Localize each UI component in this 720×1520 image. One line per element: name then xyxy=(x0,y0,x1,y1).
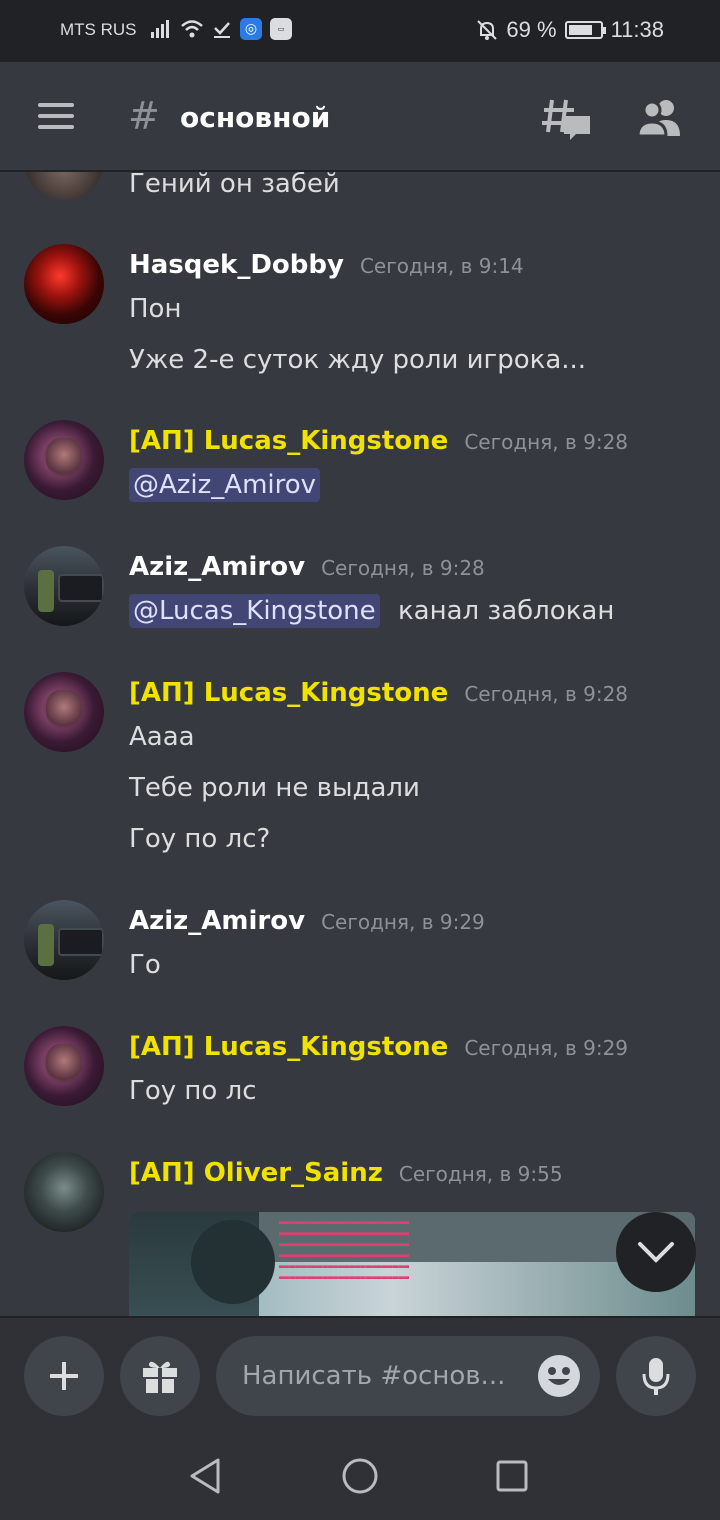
message-text: Гений он забей xyxy=(129,172,340,199)
message-header: [АП] Lucas_Kingstone Сегодня, в 9:29 xyxy=(129,1032,628,1062)
home-icon[interactable] xyxy=(338,1454,382,1498)
threads-icon[interactable] xyxy=(542,96,592,142)
timestamp: Сегодня, в 9:29 xyxy=(464,1036,629,1060)
message-list[interactable]: Гений он забей Hasqek_Dobby Сегодня, в 9… xyxy=(0,172,720,1316)
message-input-placeholder: Написать #основ... xyxy=(242,1361,506,1391)
avatar[interactable] xyxy=(24,672,104,752)
message-header: Aziz_Amirov Сегодня, в 9:29 xyxy=(129,906,485,936)
channel-title[interactable]: основной xyxy=(180,101,330,134)
voice-message-button[interactable] xyxy=(616,1336,696,1416)
signal-icon xyxy=(151,20,169,38)
author-name[interactable]: [АП] Lucas_Kingstone xyxy=(129,426,448,456)
attachment-chatlog: ▬▬▬▬▬▬▬▬▬▬▬▬▬▬▬▬▬▬▬▬▬▬▬▬ ▬▬▬▬▬▬▬▬▬▬▬▬▬▬▬▬… xyxy=(279,1218,410,1283)
clock: 11:38 xyxy=(610,17,664,42)
channel-header: # основной xyxy=(0,62,720,172)
user-mention[interactable]: @Aziz_Amirov xyxy=(129,468,321,502)
avatar[interactable] xyxy=(24,546,104,626)
avatar[interactable] xyxy=(24,1152,104,1232)
avatar[interactable] xyxy=(24,1026,104,1106)
image-attachment[interactable]: ▬▬▬▬▬▬▬▬▬▬▬▬▬▬▬▬▬▬▬▬▬▬▬▬ ▬▬▬▬▬▬▬▬▬▬▬▬▬▬▬▬… xyxy=(129,1212,695,1316)
avatar[interactable] xyxy=(24,420,104,500)
author-name[interactable]: [АП] Lucas_Kingstone xyxy=(129,1032,448,1062)
chevron-down-icon xyxy=(638,1242,674,1263)
message-text: @Aziz_Amirov xyxy=(129,468,321,502)
timestamp: Сегодня, в 9:28 xyxy=(321,556,485,580)
timestamp: Сегодня, в 9:28 xyxy=(464,430,629,454)
attachment-minimap xyxy=(191,1220,275,1304)
user-mention[interactable]: @Lucas_Kingstone xyxy=(129,594,380,628)
status-bar: MTS RUS ◎ ▭ 69 % 11:38 xyxy=(0,0,720,62)
message-text: Пон xyxy=(129,294,182,324)
mute-bell-icon xyxy=(477,20,498,40)
message-text: Го xyxy=(129,950,161,980)
scroll-to-bottom-button[interactable] xyxy=(616,1212,696,1292)
microphone-icon xyxy=(642,1358,670,1395)
menu-icon[interactable] xyxy=(38,103,74,129)
author-name[interactable]: [АП] Oliver_Sainz xyxy=(129,1158,383,1188)
emoji-icon[interactable] xyxy=(538,1355,580,1397)
status-right: 69 % 11:38 xyxy=(476,17,664,43)
message-text: @Lucas_Kingstone канал заблокан xyxy=(129,594,615,628)
message-header: Hasqek_Dobby Сегодня, в 9:14 xyxy=(129,250,524,280)
message-header: [АП] Oliver_Sainz Сегодня, в 9:55 xyxy=(129,1158,563,1188)
message-input[interactable]: Написать #основ... xyxy=(216,1336,600,1416)
system-nav-bar xyxy=(0,1432,720,1520)
battery-icon xyxy=(564,21,606,39)
add-attachment-button[interactable] xyxy=(24,1336,104,1416)
gift-button[interactable] xyxy=(120,1336,200,1416)
plus-icon xyxy=(50,1362,78,1390)
message-header: Aziz_Amirov Сегодня, в 9:28 xyxy=(129,552,485,582)
avatar[interactable] xyxy=(24,172,104,200)
message-text: Аааа xyxy=(129,722,195,752)
author-name[interactable]: Aziz_Amirov xyxy=(129,552,305,582)
battery-percent: 69 % xyxy=(506,17,557,42)
back-icon[interactable] xyxy=(184,1454,228,1498)
message-header: [АП] Lucas_Kingstone Сегодня, в 9:28 xyxy=(129,678,628,708)
timestamp: Сегодня, в 9:28 xyxy=(464,682,629,706)
status-icons: ◎ ▭ xyxy=(150,18,292,40)
carrier-label: MTS RUS xyxy=(60,20,137,39)
author-name[interactable]: [АП] Lucas_Kingstone xyxy=(129,678,448,708)
wifi-icon xyxy=(181,20,203,38)
app-notification-icon: ◎ xyxy=(240,18,262,40)
message-composer: Написать #основ... xyxy=(0,1316,720,1432)
message-text: Гоу по лс? xyxy=(129,824,271,854)
timestamp: Сегодня, в 9:55 xyxy=(398,1162,563,1186)
check-download-icon xyxy=(214,22,230,38)
avatar[interactable] xyxy=(24,244,104,324)
members-icon[interactable] xyxy=(636,98,684,138)
recents-icon[interactable] xyxy=(490,1454,534,1498)
author-name[interactable]: Aziz_Amirov xyxy=(129,906,305,936)
gift-icon xyxy=(143,1361,177,1393)
message-header: [АП] Lucas_Kingstone Сегодня, в 9:28 xyxy=(129,426,628,456)
message-text: Уже 2-е суток жду роли игрока... xyxy=(129,345,587,375)
huawei-notification-icon: ▭ xyxy=(270,18,292,40)
message-text: Гоу по лс xyxy=(129,1076,257,1106)
timestamp: Сегодня, в 9:14 xyxy=(359,254,524,278)
avatar[interactable] xyxy=(24,900,104,980)
timestamp: Сегодня, в 9:29 xyxy=(321,910,485,934)
author-name[interactable]: Hasqek_Dobby xyxy=(129,250,344,280)
message-text: Тебе роли не выдали xyxy=(129,773,420,803)
message-text-after-mention: канал заблокан xyxy=(397,596,615,626)
channel-hash-icon: # xyxy=(128,94,160,138)
